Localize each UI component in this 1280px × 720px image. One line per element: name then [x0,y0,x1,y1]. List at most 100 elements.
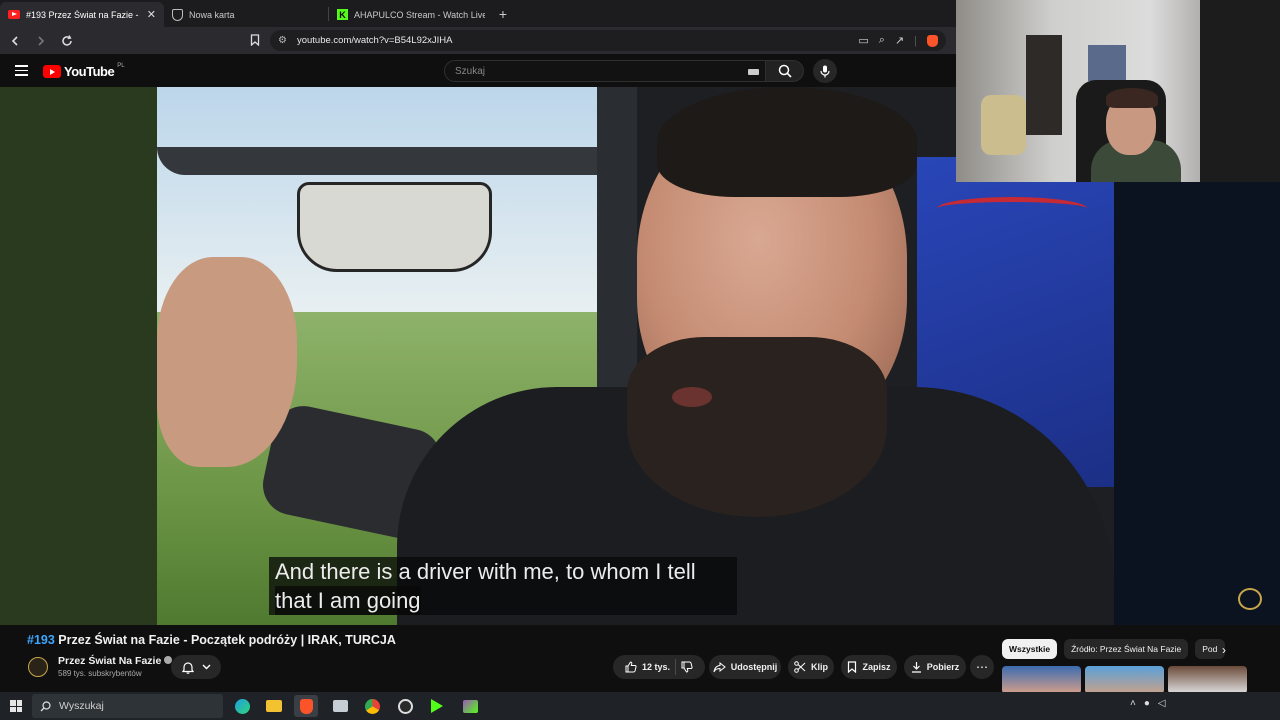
browser-tab-new[interactable]: Nowa karta [164,2,328,27]
close-icon[interactable]: ✕ [147,8,156,21]
tab-title: AHAPULCO Stream - Watch Live on K [354,9,485,20]
obs-app-icon[interactable] [393,695,417,717]
site-info-icon[interactable]: ⚙ [278,35,287,46]
tab-title: #193 Przez Świat na Fazie - P [26,9,141,20]
forward-icon[interactable] [32,32,50,50]
recommended-video-thumbnail[interactable] [1168,666,1247,694]
share-button[interactable]: Udostępnij [709,655,781,679]
caption-line-1: And there is a driver with me, to whom I… [275,559,696,584]
download-button[interactable]: Pobierz [904,655,966,679]
subtitle-caption: And there is a driver with me, to whom I… [269,557,737,615]
video-scene-hair [657,87,917,197]
app-icon[interactable] [328,695,352,717]
download-label: Pobierz [926,662,960,672]
caption-line-2: that I am going [275,586,421,615]
webcam-poster [1088,45,1126,81]
brave-app-icon[interactable] [294,695,318,717]
app-icon[interactable] [458,695,482,717]
taskbar-search-placeholder: Wyszukaj [59,700,104,712]
clip-label: Klip [811,662,828,672]
browser-toolbar: ⚙ youtube.com/watch?v=B54L92xJIHA ▭ ⌕ ↗ … [0,27,956,54]
search-placeholder: Szukaj [455,65,486,77]
menu-icon[interactable] [15,65,28,76]
chip-source-channel[interactable]: Źródło: Przez Świat Na Fazie [1064,639,1189,659]
channel-avatar[interactable] [28,657,48,677]
thumbs-down-icon [681,661,693,673]
youtube-play-icon [43,65,61,78]
more-actions-icon[interactable]: ⋯ [970,655,994,679]
windows-start-icon[interactable] [10,700,22,712]
address-bar[interactable]: ⚙ youtube.com/watch?v=B54L92xJIHA ▭ ⌕ ↗ … [270,30,946,51]
taskbar-search-input[interactable]: Wyszukaj [32,694,223,718]
browser-tab-youtube[interactable]: #193 Przez Świat na Fazie - P ✕ [0,2,164,27]
recommended-video-thumbnail[interactable] [1002,666,1081,694]
save-label: Zapisz [862,662,891,672]
region-code: PL [117,62,125,69]
video-scene-beard [627,337,887,517]
save-button[interactable]: Zapisz [841,655,897,679]
edge-app-icon[interactable] [230,695,254,717]
brave-shield-icon[interactable] [927,34,938,47]
logo-wordmark: YouTube [64,64,115,79]
webcam-door [1026,35,1062,135]
video-scene-hand [157,257,297,467]
system-tray: ˄ ● ◁ [1130,698,1166,709]
back-icon[interactable] [6,32,24,50]
like-dislike-group: 12 tys. [613,655,705,679]
new-tab-button[interactable]: + [493,4,513,24]
share-label: Udostępnij [730,662,778,672]
chevron-up-icon[interactable]: ˄ [1130,698,1136,709]
voice-search-button[interactable] [813,59,837,83]
channel-name[interactable]: Przez Świat Na Fazie [58,655,161,667]
channel-watermark-icon[interactable] [1238,588,1262,610]
video-scene-mirror [297,182,492,272]
youtube-icon [8,10,20,19]
dislike-button[interactable] [681,661,693,673]
title-hashtag-link[interactable]: #193 [27,633,55,647]
recommendation-thumbnails [1002,666,1247,694]
recommended-video-thumbnail[interactable] [1085,666,1164,694]
webcam-armchair [981,95,1026,155]
video-scene-mouth [672,387,712,407]
microphone-icon [820,65,830,77]
clip-button[interactable]: Klip [788,655,834,679]
chevron-down-icon [202,664,210,670]
search-button[interactable] [766,60,804,82]
search-input[interactable]: Szukaj [444,60,766,82]
kick-app-icon[interactable] [425,695,449,717]
share-arrow-icon [713,661,726,672]
reload-icon[interactable] [58,32,76,50]
share-icon[interactable]: ↗ [895,34,904,47]
browser-tab-kick[interactable]: K AHAPULCO Stream - Watch Live on K [329,2,493,27]
microphone-icon[interactable]: ● [1144,698,1150,709]
tab-title: Nowa karta [189,9,235,20]
channel-name-link[interactable]: Przez Świat Na Fazie [58,655,173,667]
url-text[interactable]: youtube.com/watch?v=B54L92xJIHA [297,35,453,46]
chip-related[interactable]: Pod [1195,639,1226,659]
search-icon [40,700,51,711]
webcam-person-hair [1106,88,1158,108]
chip-all[interactable]: Wszystkie [1002,639,1058,659]
shield-icon [172,8,183,21]
volume-icon[interactable]: ◁ [1158,698,1166,709]
subscribed-notifications-button[interactable] [171,655,221,679]
file-explorer-app-icon[interactable] [262,695,286,717]
youtube-logo[interactable]: YouTube PL [43,62,125,79]
video-title: #193 Przez Świat na Fazie - Początek pod… [27,633,396,647]
divider [675,659,677,675]
keyboard-icon[interactable] [748,69,759,75]
like-button[interactable]: 12 tys. [625,661,670,673]
save-playlist-icon [848,661,857,673]
subscriber-count: 589 tys. subskrybentów [58,669,142,678]
zoom-icon[interactable]: ⌕ [879,34,885,47]
search-icon [778,64,792,78]
chrome-app-icon[interactable] [360,695,384,717]
bookmark-icon[interactable] [246,31,264,49]
scissors-icon [794,661,806,673]
webcam-curtain [1200,0,1280,182]
chevron-right-icon[interactable]: › [1222,643,1226,657]
cast-icon[interactable]: ▭ [858,34,868,47]
url-actions: ▭ ⌕ ↗ | [858,34,938,47]
thumbs-up-icon [625,661,637,673]
recommendation-chips: Wszystkie Źródło: Przez Świat Na Fazie P… [1002,639,1226,659]
